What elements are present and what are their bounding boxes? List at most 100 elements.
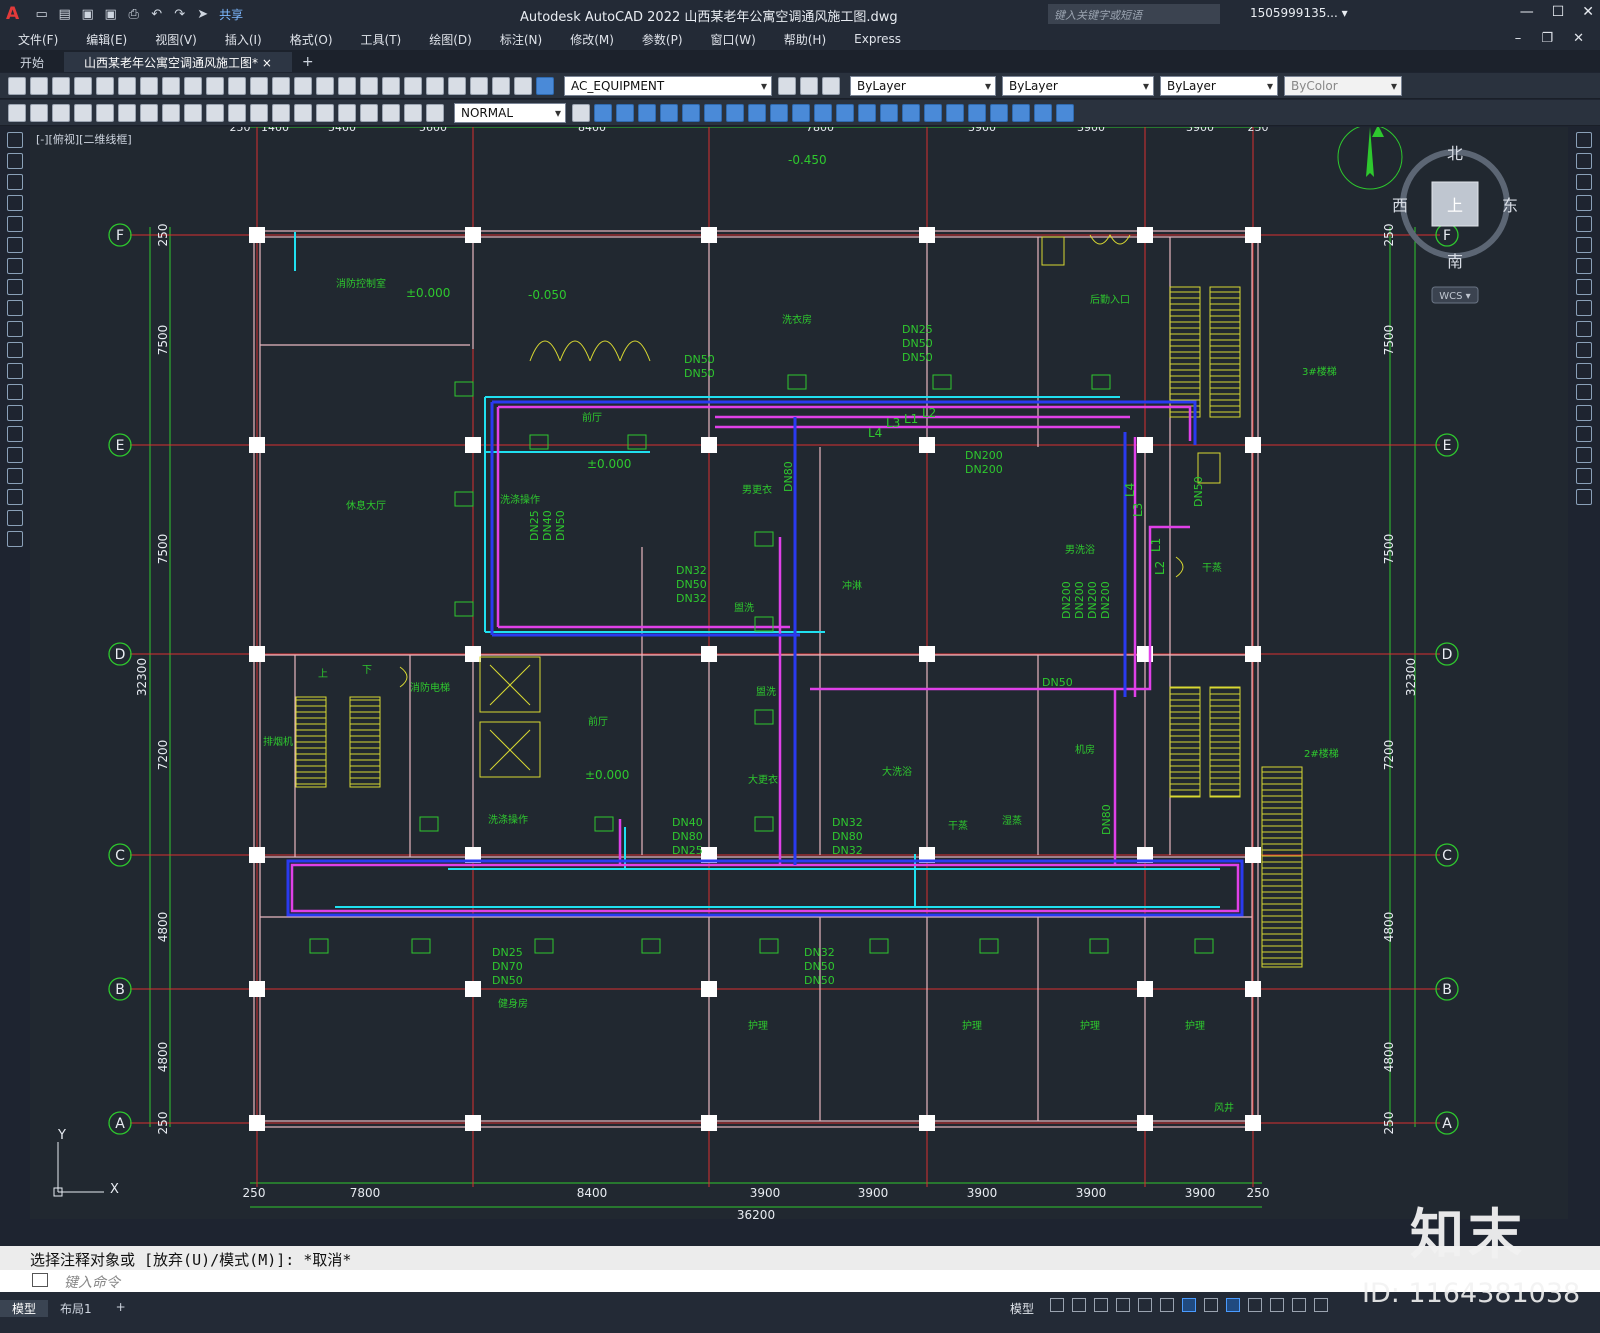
- drawing-area[interactable]: [-][俯视][二维线框] F E D C B A F E D C B A 25…: [30, 127, 1568, 1219]
- sweep-icon[interactable]: [858, 103, 876, 122]
- menu-format[interactable]: 格式(O): [290, 31, 333, 48]
- menu-tools[interactable]: 工具(T): [361, 31, 402, 48]
- modeling-icon[interactable]: [594, 103, 612, 122]
- viewcube-north[interactable]: 北: [1447, 144, 1463, 163]
- dimension-space-icon[interactable]: [250, 103, 268, 122]
- jogged-icon[interactable]: [118, 103, 136, 122]
- undo-icon[interactable]: ↶: [148, 6, 165, 23]
- print-icon[interactable]: [74, 76, 92, 95]
- tab-layout1[interactable]: 布局1: [48, 1300, 104, 1317]
- grid-icon[interactable]: [1050, 1298, 1064, 1312]
- construction-line-icon[interactable]: [7, 153, 23, 169]
- explode-icon[interactable]: [1576, 489, 1592, 505]
- cone-icon[interactable]: [660, 103, 678, 122]
- auto-scale-icon[interactable]: [1248, 1298, 1262, 1312]
- menu-parametric[interactable]: 参数(P): [642, 31, 683, 48]
- polar-icon[interactable]: [1116, 1298, 1130, 1312]
- zoom-previous-icon[interactable]: [338, 76, 356, 95]
- object-snap-tracking-icon[interactable]: [1160, 1298, 1174, 1312]
- cylinder-icon[interactable]: [704, 103, 722, 122]
- workspace-icon[interactable]: [1292, 1298, 1306, 1312]
- new-tab-button[interactable]: +: [292, 52, 324, 72]
- viewcube-east[interactable]: 东: [1502, 196, 1518, 215]
- undo-icon[interactable]: [228, 76, 246, 95]
- menu-modify[interactable]: 修改(M): [570, 31, 614, 48]
- menu-draw[interactable]: 绘图(D): [429, 31, 472, 48]
- arc-icon[interactable]: [7, 237, 23, 253]
- baseline-icon[interactable]: [206, 103, 224, 122]
- copy-icon[interactable]: [162, 76, 180, 95]
- dimension-style-dropdown[interactable]: NORMAL: [454, 102, 566, 123]
- layer-properties-icon[interactable]: [514, 76, 532, 95]
- dimension-edit-icon[interactable]: [382, 103, 400, 122]
- torus-icon[interactable]: [726, 103, 744, 122]
- match-properties-icon[interactable]: [206, 76, 224, 95]
- close-icon[interactable]: ✕: [1582, 4, 1594, 20]
- cut-icon[interactable]: [140, 76, 158, 95]
- viewport-label[interactable]: [-][俯视][二维线框]: [36, 131, 132, 147]
- tolerance-icon[interactable]: [294, 103, 312, 122]
- array-3d-icon[interactable]: [1056, 103, 1074, 122]
- new-file-icon[interactable]: ▭: [33, 6, 50, 23]
- save-icon[interactable]: [52, 76, 70, 95]
- rectangle-icon[interactable]: [7, 216, 23, 232]
- presspull-icon[interactable]: [836, 103, 854, 122]
- stretch-icon[interactable]: [1576, 300, 1592, 316]
- annotation-visibility-icon[interactable]: [1226, 1298, 1240, 1312]
- dimension-break-icon[interactable]: [272, 103, 290, 122]
- isodraft-icon[interactable]: [1138, 1298, 1152, 1312]
- align-3d-icon[interactable]: [1034, 103, 1052, 122]
- dimension-update-icon[interactable]: [426, 103, 444, 122]
- dimension-style-icon[interactable]: [572, 103, 590, 122]
- markup-icon[interactable]: [448, 76, 466, 95]
- color-dropdown[interactable]: ByLayer: [850, 75, 996, 96]
- preview-icon[interactable]: [96, 76, 114, 95]
- circle-icon[interactable]: [7, 258, 23, 274]
- viewcube-south[interactable]: 南: [1447, 252, 1463, 271]
- table-icon[interactable]: [7, 489, 23, 505]
- minimize-icon[interactable]: —: [1520, 4, 1534, 20]
- tool-palettes-icon[interactable]: [404, 76, 422, 95]
- dimension-text-edit-icon[interactable]: [404, 103, 422, 122]
- wcs-label[interactable]: WCS ▾: [1439, 291, 1470, 302]
- chamfer-icon[interactable]: [1576, 426, 1592, 442]
- center-mark-icon[interactable]: [316, 103, 334, 122]
- diameter-icon[interactable]: [140, 103, 158, 122]
- copy-object-icon[interactable]: [1576, 153, 1592, 169]
- rotate-3d-icon[interactable]: [1012, 103, 1030, 122]
- viewcube-top[interactable]: 上: [1447, 196, 1463, 215]
- revision-cloud-icon[interactable]: [7, 279, 23, 295]
- zoom-realtime-icon[interactable]: [294, 76, 312, 95]
- publish-icon[interactable]: [118, 76, 136, 95]
- pyramid-icon[interactable]: [748, 103, 766, 122]
- ellipse-arc-icon[interactable]: [7, 342, 23, 358]
- extend-icon[interactable]: [1576, 342, 1592, 358]
- linetype-dropdown[interactable]: ByLayer: [1002, 75, 1154, 96]
- menu-edit[interactable]: 编辑(E): [86, 31, 127, 48]
- annotation-scale-icon[interactable]: [1270, 1298, 1284, 1312]
- polyline-icon[interactable]: [7, 174, 23, 190]
- object-snap-icon[interactable]: [1182, 1298, 1196, 1312]
- region-icon[interactable]: [7, 468, 23, 484]
- menu-view[interactable]: 视图(V): [155, 31, 197, 48]
- layer-dropdown[interactable]: AC_EQUIPMENT: [564, 75, 772, 96]
- inspection-icon[interactable]: [338, 103, 356, 122]
- quick-dimension-icon[interactable]: [184, 103, 202, 122]
- loft-icon[interactable]: [902, 103, 920, 122]
- linear-dimension-icon[interactable]: [8, 103, 26, 122]
- trim-icon[interactable]: [1576, 321, 1592, 337]
- make-current-icon[interactable]: [778, 76, 796, 95]
- planar-surface-icon[interactable]: [792, 103, 810, 122]
- array-icon[interactable]: [1576, 216, 1592, 232]
- subtract-icon[interactable]: [946, 103, 964, 122]
- join-icon[interactable]: [1576, 405, 1592, 421]
- ortho-icon[interactable]: [1094, 1298, 1108, 1312]
- open-file-icon[interactable]: ▤: [56, 6, 73, 23]
- break-at-point-icon[interactable]: [1576, 363, 1592, 379]
- wedge-icon[interactable]: [638, 103, 656, 122]
- revolve-icon[interactable]: [880, 103, 898, 122]
- break-icon[interactable]: [1576, 384, 1592, 400]
- user-account[interactable]: 1505999135... ▾: [1250, 6, 1348, 20]
- viewcube[interactable]: [1337, 127, 1510, 259]
- scale-icon[interactable]: [1576, 279, 1592, 295]
